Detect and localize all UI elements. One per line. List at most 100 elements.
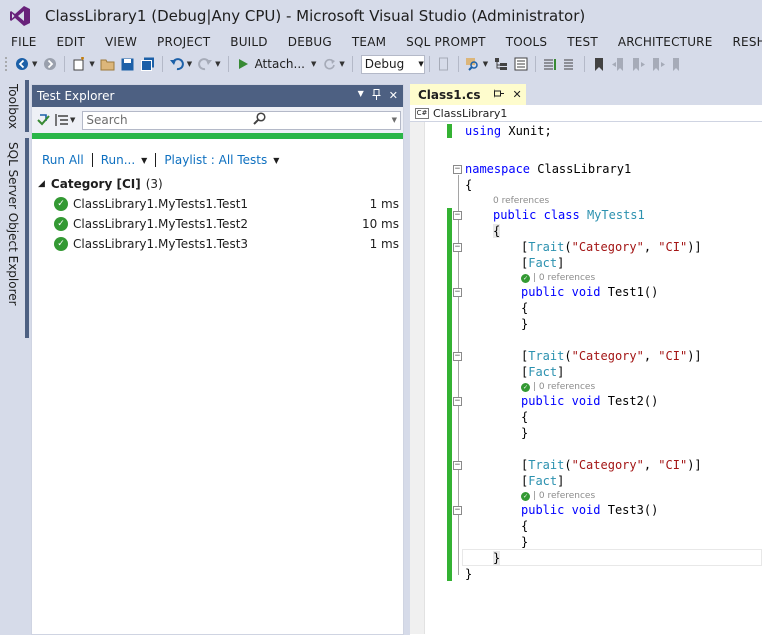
collapse-arrow-icon[interactable]: ◢ [38, 179, 45, 189]
close-tab-icon[interactable]: ✕ [512, 88, 521, 101]
navigation-bar[interactable]: C# ClassLibrary1 [410, 105, 762, 122]
codelens-test-status[interactable]: ✓ | 0 references [521, 273, 595, 283]
playlist-dropdown-icon[interactable]: ▼ [273, 156, 279, 165]
menu-test[interactable]: TEST [557, 35, 608, 49]
menu-view[interactable]: VIEW [95, 35, 147, 49]
sql-tab-marker [25, 138, 29, 338]
test-row[interactable]: ✓ ClassLibrary1.MyTests1.Test2 10 ms [32, 214, 403, 234]
code-area[interactable]: − − − − − − − − using Xunit; namespace C… [410, 122, 762, 634]
menu-tools[interactable]: TOOLS [496, 35, 558, 49]
collapse-region-icon[interactable]: − [453, 352, 462, 361]
next-bookmark-icon[interactable] [629, 54, 649, 74]
collapse-method-icon[interactable]: − [453, 288, 462, 297]
search-icon[interactable] [253, 112, 266, 128]
attach-button[interactable]: Attach... [255, 57, 305, 71]
attribute-name: Trait [528, 458, 565, 472]
window-position-dropdown-icon[interactable]: ▼ [358, 89, 364, 103]
run-all-link[interactable]: Run All [42, 153, 84, 167]
forward-icon[interactable] [40, 54, 60, 74]
toolbar-separator [64, 56, 66, 72]
playlist-link[interactable]: Playlist : All Tests [164, 153, 267, 167]
toolbar-separator [227, 56, 229, 72]
string-literal: "CI" [658, 458, 688, 472]
run-link[interactable]: Run... [101, 153, 135, 167]
string-literal: "Category" [571, 349, 644, 363]
close-icon[interactable]: ✕ [389, 89, 398, 103]
bookmark-icon[interactable] [589, 54, 609, 74]
refresh-icon[interactable] [319, 54, 339, 74]
solution-configuration-select[interactable]: Debug ▼ [360, 54, 425, 74]
collapse-method-icon[interactable]: − [453, 506, 462, 515]
pin-icon[interactable] [372, 89, 381, 103]
codelens-test-status[interactable]: ✓ | 0 references [521, 382, 595, 392]
new-project-icon[interactable] [69, 54, 89, 74]
collapse-namespace-icon[interactable]: − [453, 165, 462, 174]
sql-server-object-explorer-tab[interactable]: SQL Server Object Explorer [6, 142, 20, 306]
collapse-class-icon[interactable]: − [453, 211, 462, 220]
redo-dropdown-icon[interactable]: ▼ [215, 60, 220, 68]
toolbar-grip[interactable] [4, 56, 8, 72]
group-by-dropdown-icon[interactable]: ▼ [70, 116, 75, 124]
codelens-test-status[interactable]: ✓ | 0 references [521, 491, 595, 501]
open-folder-icon[interactable] [98, 54, 118, 74]
back-icon[interactable] [12, 54, 32, 74]
test-row[interactable]: ✓ ClassLibrary1.MyTests1.Test3 1 ms [32, 234, 403, 254]
codelens-text: 0 references [493, 196, 550, 206]
device-icon[interactable] [434, 54, 454, 74]
next-bookmark-folder-icon[interactable] [649, 54, 669, 74]
save-all-icon[interactable] [138, 54, 158, 74]
pin-tab-icon[interactable] [493, 88, 505, 101]
menu-sql-prompt[interactable]: SQL PROMPT [396, 35, 496, 49]
menu-build[interactable]: BUILD [220, 35, 277, 49]
test-search-box[interactable]: Search ▼ [82, 110, 401, 130]
run-tests-after-build-icon[interactable] [34, 110, 54, 130]
test-row[interactable]: ✓ ClassLibrary1.MyTests1.Test1 1 ms [32, 194, 403, 214]
undo-icon[interactable] [167, 54, 187, 74]
collapse-region-icon[interactable]: − [453, 243, 462, 252]
collapse-method-icon[interactable]: − [453, 397, 462, 406]
visual-studio-logo-icon [10, 6, 30, 26]
menu-architecture[interactable]: ARCHITECTURE [608, 35, 723, 49]
code-line-brace: } [493, 551, 501, 565]
brace-highlight: { [493, 224, 501, 238]
properties-icon[interactable] [511, 54, 531, 74]
search-dropdown-icon[interactable]: ▼ [392, 116, 397, 124]
attach-dropdown-icon[interactable]: ▼ [311, 60, 316, 68]
solution-explorer-icon[interactable] [491, 54, 511, 74]
test-explorer-toolbar: ▼ Search ▼ [32, 107, 403, 133]
redo-icon[interactable] [195, 54, 215, 74]
uncomment-icon[interactable] [560, 54, 580, 74]
previous-bookmark-icon[interactable] [609, 54, 629, 74]
string-literal: "CI" [658, 349, 688, 363]
test-search-input[interactable]: Search [86, 113, 127, 127]
start-debug-icon[interactable] [233, 54, 253, 74]
find-in-files-icon[interactable] [463, 54, 483, 74]
clear-bookmarks-icon[interactable] [669, 54, 689, 74]
codelens-references[interactable]: 0 references [493, 196, 549, 206]
run-dropdown-icon[interactable]: ▼ [141, 156, 147, 165]
code-line-fact: [Fact] [521, 256, 564, 270]
editor-margin [410, 122, 425, 634]
undo-dropdown-icon[interactable]: ▼ [187, 60, 192, 68]
menu-edit[interactable]: EDIT [47, 35, 96, 49]
save-icon[interactable] [118, 54, 138, 74]
menu-team[interactable]: TEAM [342, 35, 396, 49]
menu-project[interactable]: PROJECT [147, 35, 220, 49]
document-tab-class1[interactable]: Class1.cs ✕ [410, 84, 526, 105]
test-group-header[interactable]: ◢ Category [CI] (3) [32, 177, 403, 191]
menu-resharper[interactable]: RESHARPER [723, 35, 762, 49]
menu-file[interactable]: FILE [0, 35, 47, 49]
punct: , [643, 349, 659, 363]
toolbox-tab[interactable]: Toolbox [6, 84, 20, 129]
new-dropdown-icon[interactable]: ▼ [89, 60, 94, 68]
find-dropdown-icon[interactable]: ▼ [483, 60, 488, 68]
test-group-name: Category [CI] [50, 177, 141, 191]
group-by-icon[interactable] [54, 110, 70, 130]
back-dropdown-icon[interactable]: ▼ [32, 60, 37, 68]
menu-debug[interactable]: DEBUG [278, 35, 342, 49]
comment-icon[interactable] [540, 54, 560, 74]
refresh-dropdown-icon[interactable]: ▼ [339, 60, 344, 68]
code-line-brace: } [521, 317, 529, 331]
test-duration: 1 ms [369, 197, 399, 211]
collapse-region-icon[interactable]: − [453, 461, 462, 470]
